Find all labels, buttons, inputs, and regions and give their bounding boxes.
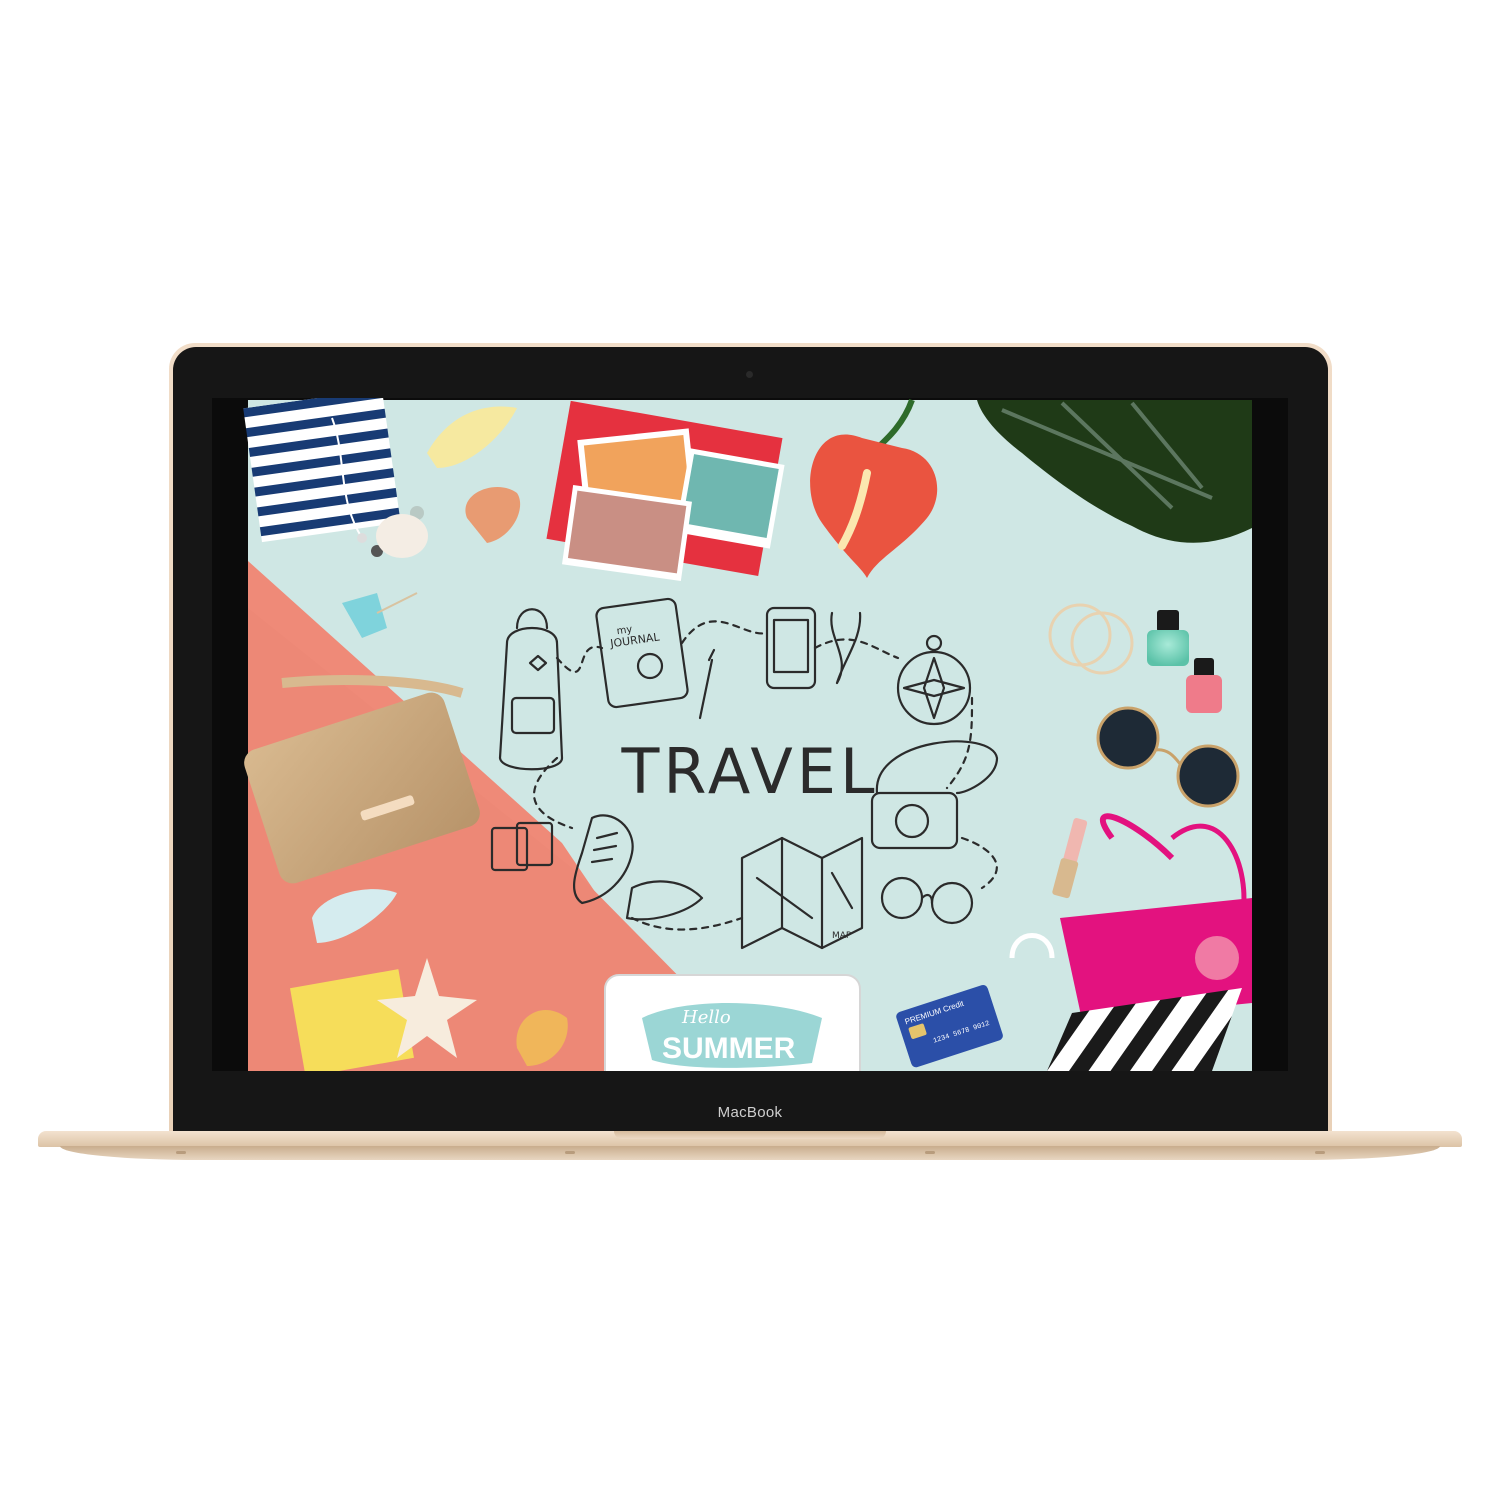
travel-wallpaper: Hello SUMMER PREMIUM Credit 1234 5678 90… (212, 398, 1288, 1071)
travel-headline: TRAVEL (620, 735, 878, 808)
map-label: MAP (832, 931, 852, 941)
white-shell (376, 514, 428, 558)
desktop-screen[interactable]: Hello SUMMER PREMIUM Credit 1234 5678 90… (212, 398, 1288, 1071)
laptop-foot (565, 1151, 575, 1154)
laptop-foot (925, 1151, 935, 1154)
laptop-foot (176, 1151, 186, 1154)
tablet-summer: SUMMER (662, 1032, 796, 1065)
laptop-foot (1315, 1151, 1325, 1154)
lid-opening-notch (614, 1131, 886, 1139)
camera-icon (746, 371, 753, 378)
laptop-base-bottom (60, 1146, 1440, 1160)
tablet-hello: Hello (681, 1007, 731, 1028)
device-brand-label: MacBook (717, 1104, 783, 1121)
